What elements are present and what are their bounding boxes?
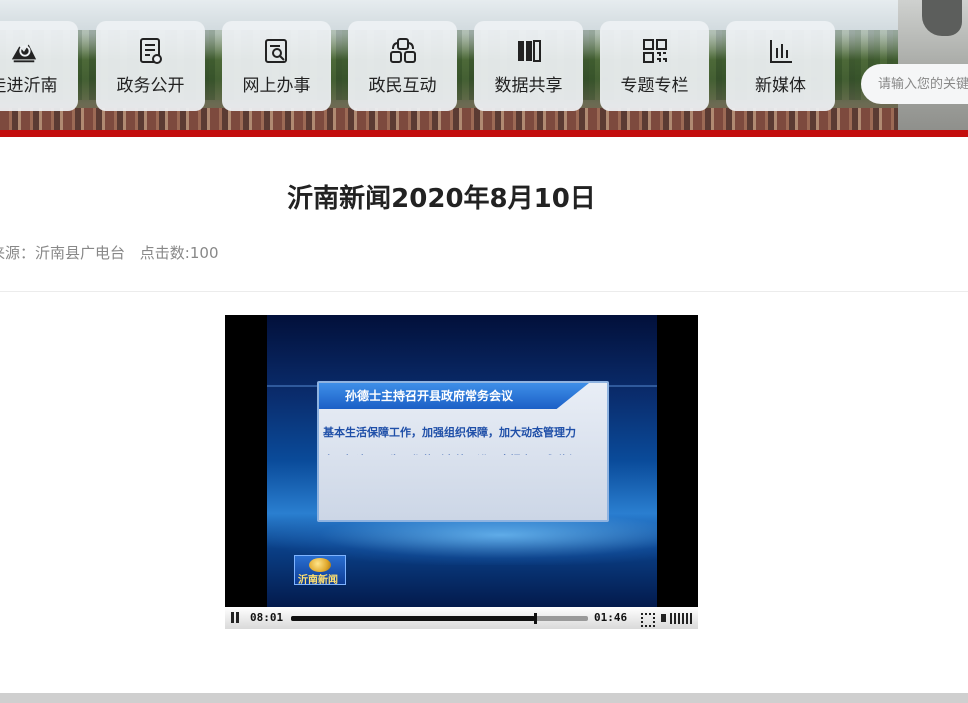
video-body-line-2: 度，把这项民生工作落到实处，进一步提高困难群众 <box>323 447 607 455</box>
article-meta: 来源：沂南县广电台 点击数:100 <box>0 242 218 263</box>
nav-item-label: 政民互动 <box>368 76 437 96</box>
volume-level[interactable] <box>670 613 692 624</box>
nav-item-label: 走进沂南 <box>0 76 58 96</box>
nav-item-zhuanti-zhuanlan[interactable]: 专题专栏 <box>600 21 709 111</box>
article-divider <box>0 291 968 292</box>
video-body-text: 基本生活保障工作，加强组织保障，加大动态管理力 度，把这项民生工作落到实处，进一… <box>323 419 607 455</box>
nav-item-shuju-gongxiang[interactable]: 数据共享 <box>474 21 583 111</box>
article-source: 来源：沂南县广电台 <box>0 244 126 262</box>
seek-bar-handle[interactable] <box>533 613 537 624</box>
banner-statue <box>922 0 962 36</box>
nav-item-label: 政务公开 <box>116 76 185 96</box>
nav-item-wangshang-banshi[interactable]: 网上办事 <box>222 21 331 111</box>
video-controls: 08:01 01:46 <box>225 607 698 629</box>
nav-item-zhengmin-hudong[interactable]: 政民互动 <box>348 21 457 111</box>
video-frame[interactable]: 孙德士主持召开县政府常务会议 基本生活保障工作，加强组织保障，加大动态管理力 度… <box>267 315 657 607</box>
video-news-panel: 孙德士主持召开县政府常务会议 基本生活保障工作，加强组织保障，加大动态管理力 度… <box>317 381 609 522</box>
document-icon <box>137 37 165 65</box>
video-player[interactable]: 孙德士主持召开县政府常务会议 基本生活保障工作，加强组织保障，加大动态管理力 度… <box>225 315 698 629</box>
bar-chart-icon <box>767 37 795 65</box>
current-time: 08:01 <box>250 611 284 624</box>
grid-icon <box>641 37 669 65</box>
nav-item-label: 数据共享 <box>494 76 563 96</box>
page-footer-bar <box>0 693 968 703</box>
duration-time: 01:46 <box>594 611 628 624</box>
seek-bar-progress <box>291 616 535 621</box>
books-icon <box>515 37 543 65</box>
nav-item-xin-meiti[interactable]: 新媒体 <box>726 21 835 111</box>
article-title: 沂南新闻2020年8月10日 <box>287 184 596 214</box>
interaction-icon <box>389 37 417 65</box>
pause-icon[interactable] <box>230 612 240 623</box>
seek-bar[interactable] <box>291 613 588 624</box>
banner-buildings <box>0 108 968 132</box>
video-headline: 孙德士主持召开县政府常务会议 <box>345 389 514 403</box>
article-click-count: 点击数:100 <box>139 244 219 262</box>
nav-item-zoujin-yinan[interactable]: 走进沂南 <box>0 21 78 111</box>
channel-logo: 沂南新闻 <box>294 555 346 586</box>
search-input[interactable] <box>861 64 968 104</box>
speaker-icon <box>661 614 666 622</box>
video-body-line-1: 基本生活保障工作，加强组织保障，加大动态管理力 <box>323 426 576 439</box>
nav-item-zhengwu-gongkai[interactable]: 政务公开 <box>96 21 205 111</box>
volume-control[interactable] <box>661 611 693 625</box>
nav-item-label: 专题专栏 <box>620 76 689 96</box>
nav-item-label: 新媒体 <box>755 76 806 96</box>
header-accent-line <box>0 130 968 137</box>
channel-logo-text: 沂南新闻 <box>298 575 338 586</box>
search-document-icon <box>263 37 291 65</box>
globe-icon <box>309 558 331 572</box>
fullscreen-icon[interactable] <box>639 611 655 627</box>
nav-item-label: 网上办事 <box>242 76 311 96</box>
mountain-icon <box>10 37 38 65</box>
